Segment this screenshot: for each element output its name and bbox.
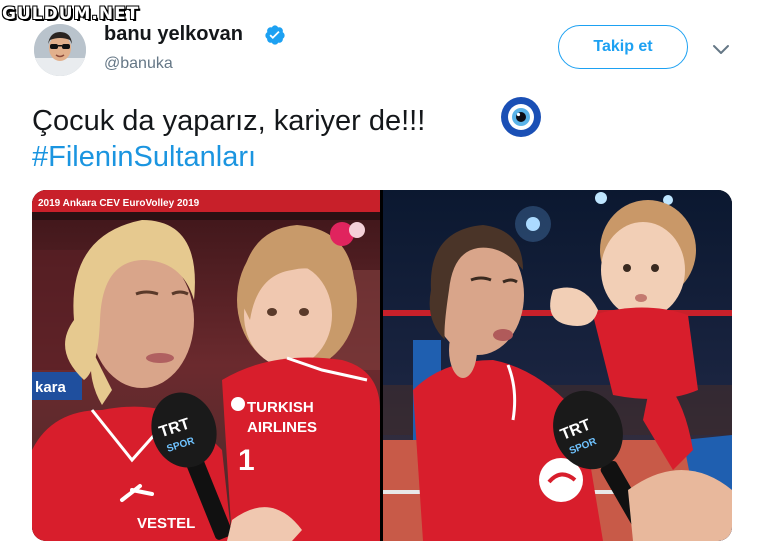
user-handle[interactable]: @banuka (104, 55, 173, 73)
avatar-photo (34, 24, 86, 76)
verified-badge-icon (265, 25, 285, 45)
display-name[interactable]: banu yelkovan (104, 23, 243, 46)
hashtag-link[interactable]: #FileninSultanları (32, 139, 425, 175)
photo-left[interactable]: 2019 Ankara CEV EuroVolley 2019 kara VES… (32, 190, 380, 541)
follow-button[interactable]: Takip et (558, 25, 688, 69)
side-text: kara (35, 379, 67, 396)
photo-right[interactable]: TRT SPOR (383, 190, 732, 541)
jersey-number: 1 (238, 444, 255, 477)
tweet-body: Çocuk da yaparız, kariyer de!!! (32, 105, 426, 137)
jersey-text-1: TURKISH (247, 399, 314, 416)
site-watermark: GULDUM.NET (2, 4, 140, 24)
avatar[interactable] (34, 24, 86, 76)
sponsor-text: VESTEL (137, 515, 195, 532)
nazar-amulet-icon (501, 97, 541, 137)
chevron-down-icon[interactable] (712, 44, 730, 56)
tweet-media[interactable]: 2019 Ankara CEV EuroVolley 2019 kara VES… (32, 190, 732, 541)
jersey-text-2: AIRLINES (247, 419, 317, 436)
banner-text: 2019 Ankara CEV EuroVolley 2019 (38, 198, 200, 209)
tweet-text: Çocuk da yaparız, kariyer de!!! #Filenin… (32, 103, 425, 175)
